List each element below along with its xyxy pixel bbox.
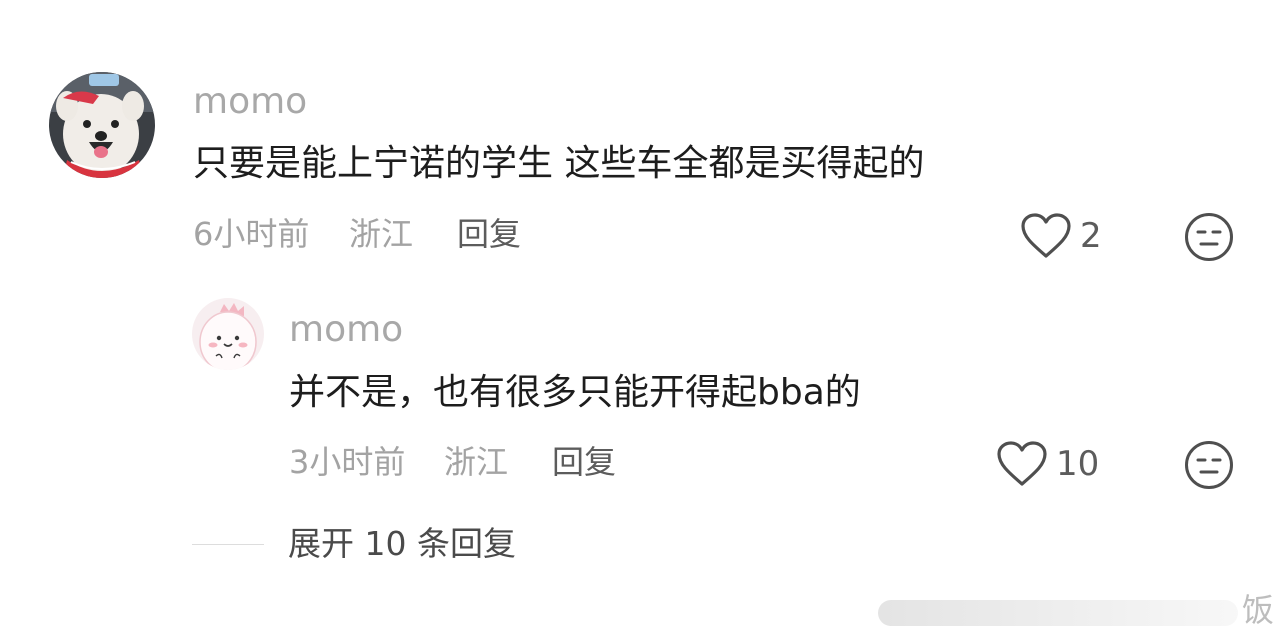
expand-divider <box>192 544 264 545</box>
comment-reply-button[interactable]: 回复 <box>457 218 521 250</box>
meh-face-icon <box>1185 441 1233 489</box>
heart-outline-icon <box>997 441 1047 486</box>
watermark: 饭 <box>868 592 1284 636</box>
comment-text: 只要是能上宁诺的学生 这些车全都是买得起的 <box>193 143 925 184</box>
reply-username[interactable]: momo <box>289 312 403 348</box>
cartoon-dinosaur-avatar-icon <box>192 298 264 370</box>
reply-dislike-button[interactable] <box>1184 440 1234 494</box>
reply-like-count: 10 <box>1056 444 1100 484</box>
comment-username[interactable]: momo <box>193 84 307 120</box>
reply-user-avatar[interactable] <box>192 298 264 370</box>
heart-outline-icon <box>1021 213 1071 258</box>
comment-like-count: 2 <box>1080 216 1102 256</box>
expand-replies-button[interactable]: 展开 10 条回复 <box>288 527 516 560</box>
samoyed-dog-avatar-icon <box>49 72 155 178</box>
comment-time: 6小时前 <box>193 215 310 253</box>
reply-reply-button[interactable]: 回复 <box>552 446 616 478</box>
watermark-bar <box>878 600 1238 626</box>
reply-time: 3小时前 <box>289 443 406 481</box>
reply-like-button[interactable]: 10 <box>996 440 1099 488</box>
comment-thread: momo 只要是能上宁诺的学生 这些车全都是买得起的 6小时前 浙江 回复 2 <box>0 0 1284 644</box>
comment-like-button[interactable]: 2 <box>1020 212 1102 260</box>
reply-location: 浙江 <box>444 443 509 481</box>
watermark-text: 饭 <box>1241 591 1274 629</box>
comment-location: 浙江 <box>349 215 414 253</box>
meh-face-icon <box>1185 213 1233 261</box>
reply-text: 并不是，也有很多只能开得起bba的 <box>289 372 861 413</box>
comment-dislike-button[interactable] <box>1184 212 1234 266</box>
user-avatar[interactable] <box>49 72 155 178</box>
